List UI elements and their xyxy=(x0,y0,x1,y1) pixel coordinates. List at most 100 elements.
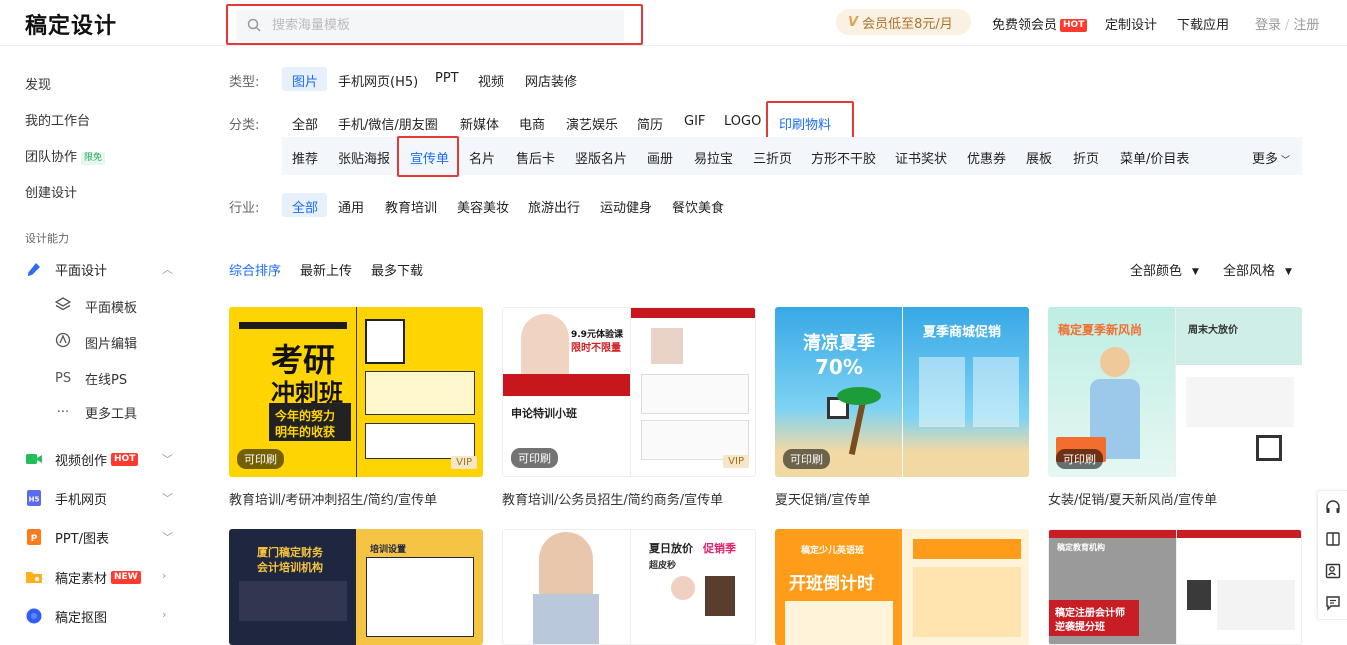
category-new-media[interactable]: 新媒体 xyxy=(460,114,499,133)
card-thumbnail-back: 培训设置 xyxy=(356,529,483,645)
industry-beauty[interactable]: 美容美妆 xyxy=(457,197,509,216)
poster-person-body xyxy=(533,594,599,644)
subcategory-vertical-card[interactable]: 竖版名片 xyxy=(575,148,627,167)
search-input[interactable] xyxy=(272,10,612,41)
category-all[interactable]: 全部 xyxy=(292,114,318,133)
menu-h5[interactable]: H5 手机网页 ﹀ xyxy=(25,488,175,508)
type-filter-shop[interactable]: 网店装修 xyxy=(525,71,577,90)
printable-badge: 可印刷 xyxy=(511,448,558,468)
subcategory-recommended[interactable]: 推荐 xyxy=(292,148,318,167)
poster-person xyxy=(521,314,569,374)
card-title[interactable]: 夏天促销/宣传单 xyxy=(775,489,870,508)
industry-education[interactable]: 教育培训 xyxy=(385,197,437,216)
subcategory-menu[interactable]: 菜单/价目表 xyxy=(1120,148,1189,167)
menu-video[interactable]: 视频创作 HOT ﹀ xyxy=(25,449,175,469)
subcategory-more[interactable]: 更多 ﹀ xyxy=(1252,148,1290,167)
menu-cutout[interactable]: 稿定抠图 › xyxy=(25,606,175,626)
poster-topbar xyxy=(1049,530,1176,538)
sidebar-item-workspace[interactable]: 我的工作台 xyxy=(25,110,90,129)
submenu-image-edit[interactable]: 图片编辑 xyxy=(55,332,137,352)
template-card[interactable]: 厦门稿定财务 会计培训机构 培训设置 xyxy=(229,529,483,645)
nav-free-vip[interactable]: 免费领会员 HOT xyxy=(992,14,1088,33)
card-title[interactable]: 女装/促销/夏天新风尚/宣传单 xyxy=(1048,489,1217,508)
type-filter-h5[interactable]: 手机网页(H5) xyxy=(338,71,418,90)
card-title[interactable]: 教育培训/考研冲刺招生/简约/宣传单 xyxy=(229,489,437,508)
sort-most-downloads[interactable]: 最多下载 xyxy=(371,260,423,279)
category-entertainment[interactable]: 演艺娱乐 xyxy=(566,114,618,133)
subcategory-poster[interactable]: 张贴海报 xyxy=(338,148,390,167)
menu-flat-design[interactable]: 平面设计 ︿ xyxy=(25,259,175,279)
subcategory-rollup[interactable]: 易拉宝 xyxy=(694,148,733,167)
subcategory-coupon[interactable]: 优惠券 xyxy=(967,148,1006,167)
sidebar-item-team[interactable]: 团队协作 限免 xyxy=(25,146,106,165)
headset-icon[interactable] xyxy=(1325,499,1341,515)
chevron-down-icon: ﹀ xyxy=(162,531,173,544)
menu-ppt[interactable]: P PPT/图表 ﹀ xyxy=(25,527,175,547)
style-dropdown-label: 全部风格 xyxy=(1223,264,1276,279)
category-logo[interactable]: LOGO xyxy=(724,114,761,129)
template-card[interactable]: 9.9元体验课 限时不限量 申论特训小班 可印刷 VIP xyxy=(502,307,756,477)
style-dropdown[interactable]: 全部风格 ▼ xyxy=(1223,260,1292,279)
sort-comprehensive[interactable]: 综合排序 xyxy=(229,260,281,279)
category-mobile[interactable]: 手机/微信/朋友圈 xyxy=(338,114,438,133)
login-link[interactable]: 登录 xyxy=(1255,18,1281,33)
category-resume[interactable]: 简历 xyxy=(637,114,663,133)
user-add-icon[interactable] xyxy=(1325,563,1341,579)
nav-custom-design[interactable]: 定制设计 xyxy=(1105,14,1157,33)
caret-down-icon: ▼ xyxy=(1285,267,1292,277)
chevron-up-icon: ︿ xyxy=(162,263,173,276)
subcategory-trifold[interactable]: 三折页 xyxy=(753,148,792,167)
nav-download-app[interactable]: 下载应用 xyxy=(1177,14,1229,33)
template-card[interactable]: 稿定少儿英语班 开班倒计时 xyxy=(775,529,1029,645)
message-icon[interactable] xyxy=(1325,595,1341,611)
submenu-more-tools[interactable]: ··· 更多工具 xyxy=(55,402,137,422)
industry-fitness[interactable]: 运动健身 xyxy=(600,197,652,216)
type-filter-image[interactable]: 图片 xyxy=(292,71,318,90)
category-filter-label: 分类: xyxy=(229,118,260,133)
industry-food[interactable]: 餐饮美食 xyxy=(672,197,724,216)
template-card[interactable]: 清凉夏季 70% 夏季商城促销 可印刷 xyxy=(775,307,1029,477)
poster-header xyxy=(913,539,1021,559)
poster-headline: 稿定注册会计师 xyxy=(1055,608,1125,619)
book-icon[interactable] xyxy=(1325,531,1341,547)
submenu-online-ps[interactable]: PS 在线PS xyxy=(55,368,127,388)
card-title[interactable]: 教育培训/公务员招生/简约商务/宣传单 xyxy=(502,489,723,508)
template-card[interactable]: 考研 冲刺班 今年的努力 明年的收获 可印刷 VIP xyxy=(229,307,483,477)
register-link[interactable]: 注册 xyxy=(1293,18,1319,33)
subcategory-business-card[interactable]: 名片 xyxy=(469,148,495,167)
type-filter-video[interactable]: 视频 xyxy=(478,71,504,90)
submenu-flat-templates[interactable]: 平面模板 xyxy=(54,296,138,316)
template-card[interactable]: 夏日放价 促销季 超皮秒 xyxy=(502,529,756,645)
sidebar-item-discover[interactable]: 发现 xyxy=(25,74,51,93)
type-filter-ppt[interactable]: PPT xyxy=(435,71,459,86)
subcategory-sticker[interactable]: 方形不干胶 xyxy=(811,148,876,167)
template-card[interactable]: 稿定教育机构 稿定注册会计师 逆袭提分班 xyxy=(1048,529,1302,645)
sidebar-section-title: 设计能力 xyxy=(25,232,69,245)
poster-text-block xyxy=(239,581,347,621)
search-box[interactable] xyxy=(236,10,624,41)
poster-subheadline: 逆袭提分班 xyxy=(1055,622,1105,633)
chevron-right-icon: › xyxy=(162,608,167,621)
subcategory-aftersales-card[interactable]: 售后卡 xyxy=(516,148,555,167)
industry-all[interactable]: 全部 xyxy=(292,197,318,216)
menu-assets[interactable]: 稿定素材 NEW › xyxy=(25,567,175,587)
color-dropdown[interactable]: 全部颜色 ▼ xyxy=(1130,260,1199,279)
industry-travel[interactable]: 旅游出行 xyxy=(528,197,580,216)
subcategory-folder[interactable]: 折页 xyxy=(1073,148,1099,167)
logo[interactable]: 稿定设计 xyxy=(25,8,117,40)
auth-links: 登录 / 注册 xyxy=(1255,14,1319,33)
card-thumbnail-back: 周末大放价 xyxy=(1175,307,1302,477)
sort-latest[interactable]: 最新上传 xyxy=(300,260,352,279)
template-card[interactable]: 稿定夏季新风尚 周末大放价 可印刷 xyxy=(1048,307,1302,477)
category-ecommerce[interactable]: 电商 xyxy=(519,114,545,133)
subcategory-brochure[interactable]: 画册 xyxy=(647,148,673,167)
subcategory-certificate[interactable]: 证书奖状 xyxy=(895,148,947,167)
poster-photo xyxy=(1187,580,1211,610)
submenu-flat-templates-label: 平面模板 xyxy=(85,300,138,316)
category-gif[interactable]: GIF xyxy=(684,114,705,129)
sidebar-item-create[interactable]: 创建设计 xyxy=(25,182,77,201)
chevron-down-icon: ﹀ xyxy=(162,453,173,466)
industry-general[interactable]: 通用 xyxy=(338,197,364,216)
vip-promo-button[interactable]: V 会员低至8元/月 xyxy=(836,9,971,35)
subcategory-display-board[interactable]: 展板 xyxy=(1026,148,1052,167)
